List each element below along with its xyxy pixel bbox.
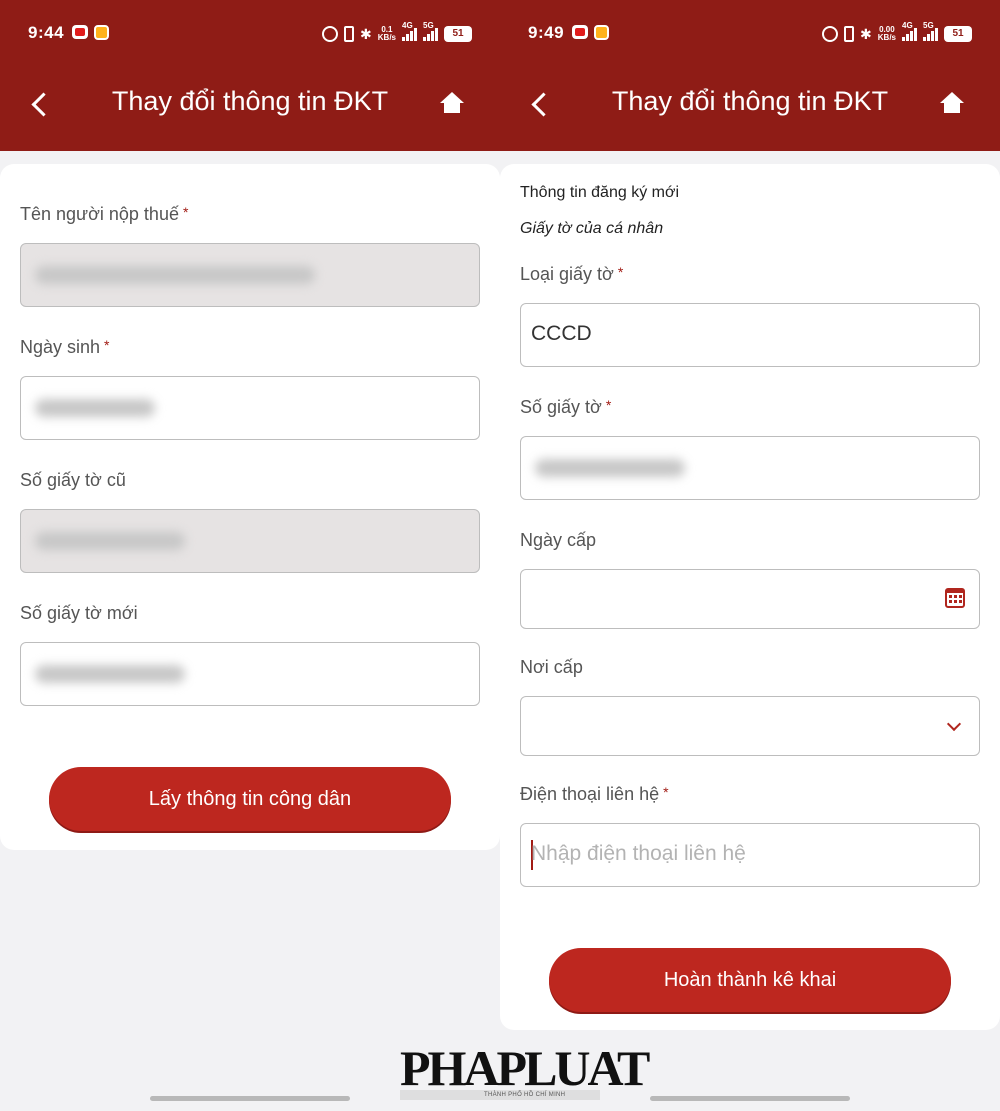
signal-icon-sim1: 4G — [902, 21, 917, 41]
back-arrow-icon[interactable] — [30, 90, 50, 118]
right-screen: 9:49 ✱ 0.00 KB/s 4G 5G 51 Thay đổi thông … — [500, 0, 1000, 1111]
signal-icon-sim2: 5G — [423, 21, 438, 41]
new-id-field[interactable] — [20, 642, 480, 706]
status-time: 9:49 — [528, 23, 565, 42]
bluetooth-icon: ✱ — [360, 26, 372, 42]
doc-number-label: Số giấy tờ * — [520, 397, 612, 417]
doc-number-field[interactable] — [520, 436, 980, 500]
issue-date-label: Ngày cấp — [520, 530, 597, 550]
battery-icon: 51 — [444, 26, 472, 42]
watermark-subtext: THÀNH PHỐ HỒ CHÍ MINH — [484, 1092, 566, 1098]
doc-type-field[interactable]: CCCD — [520, 303, 980, 367]
old-id-label: Số giấy tờ cũ — [20, 470, 126, 490]
home-indicator[interactable] — [150, 1096, 350, 1101]
app-notification-icon — [94, 25, 109, 40]
bluetooth-icon: ✱ — [860, 26, 872, 42]
section-subtitle: Giấy tờ của cá nhân — [520, 220, 664, 237]
doc-type-value: CCCD — [531, 322, 592, 345]
old-id-field — [20, 509, 480, 573]
status-bar: 9:49 ✱ 0.00 KB/s 4G 5G 51 — [500, 18, 1000, 50]
youtube-icon — [572, 25, 588, 39]
network-speed: 0.00 KB/s — [877, 25, 896, 42]
page-title: Thay đổi thông tin ĐKT — [611, 86, 889, 116]
home-indicator[interactable] — [650, 1096, 850, 1101]
vibrate-icon — [844, 26, 855, 42]
alarm-icon — [322, 26, 339, 42]
issue-place-label: Nơi cấp — [520, 657, 583, 677]
dob-field[interactable] — [20, 376, 480, 440]
home-icon[interactable] — [440, 92, 464, 114]
phone-placeholder: Nhập điện thoại liên hệ — [531, 842, 746, 865]
chevron-down-icon — [946, 716, 962, 732]
nav-bar: Thay đổi thông tin ĐKT — [500, 78, 1000, 130]
calendar-icon[interactable] — [945, 588, 965, 608]
doc-type-label: Loại giấy tờ * — [520, 264, 624, 284]
get-citizen-info-button[interactable]: Lấy thông tin công dân — [49, 767, 451, 831]
issue-place-select[interactable] — [520, 696, 980, 756]
vibrate-icon — [344, 26, 355, 42]
page-title: Thay đổi thông tin ĐKT — [111, 86, 389, 116]
section-title: Thông tin đăng ký mới — [520, 184, 680, 201]
complete-declaration-button[interactable]: Hoàn thành kê khai — [549, 948, 951, 1012]
network-speed: 0.1 KB/s — [377, 25, 396, 42]
status-time: 9:44 — [28, 23, 65, 42]
form-card: Tên người nộp thuế * Ngày sinh * Số giấy t… — [0, 164, 500, 850]
dob-label: Ngày sinh * — [20, 337, 110, 357]
taxpayer-name-label: Tên người nộp thuế * — [20, 204, 189, 224]
taxpayer-name-field — [20, 243, 480, 307]
home-icon[interactable] — [940, 92, 964, 114]
issue-date-field[interactable] — [520, 569, 980, 629]
watermark-text: PHAPLUAT — [400, 1040, 650, 1096]
new-id-label: Số giấy tờ mới — [20, 603, 138, 623]
youtube-icon — [72, 25, 88, 39]
left-screen: 9:44 ✱ 0.1 KB/s 4G 5G 51 Thay đổi thông t… — [0, 0, 500, 1111]
phone-label: Điện thoại liên hệ * — [520, 784, 669, 804]
alarm-icon — [822, 26, 839, 42]
signal-icon-sim1: 4G — [402, 21, 417, 41]
phone-input[interactable]: Nhập điện thoại liên hệ — [520, 823, 980, 887]
nav-bar: Thay đổi thông tin ĐKT — [0, 78, 500, 130]
app-header: 9:49 ✱ 0.00 KB/s 4G 5G 51 Thay đổi thông … — [500, 0, 1000, 151]
app-notification-icon — [594, 25, 609, 40]
app-header: 9:44 ✱ 0.1 KB/s 4G 5G 51 Thay đổi thông t… — [0, 0, 500, 151]
form-card: Thông tin đăng ký mới Giấy tờ của cá nhâ… — [500, 164, 1000, 1030]
phapluat-watermark-logo: PHAPLUAT THÀNH PHỐ HỒ CHÍ MINH — [400, 1040, 650, 1100]
signal-icon-sim2: 5G — [923, 21, 938, 41]
back-arrow-icon[interactable] — [530, 90, 550, 118]
status-bar: 9:44 ✱ 0.1 KB/s 4G 5G 51 — [0, 18, 500, 50]
battery-icon: 51 — [944, 26, 972, 42]
